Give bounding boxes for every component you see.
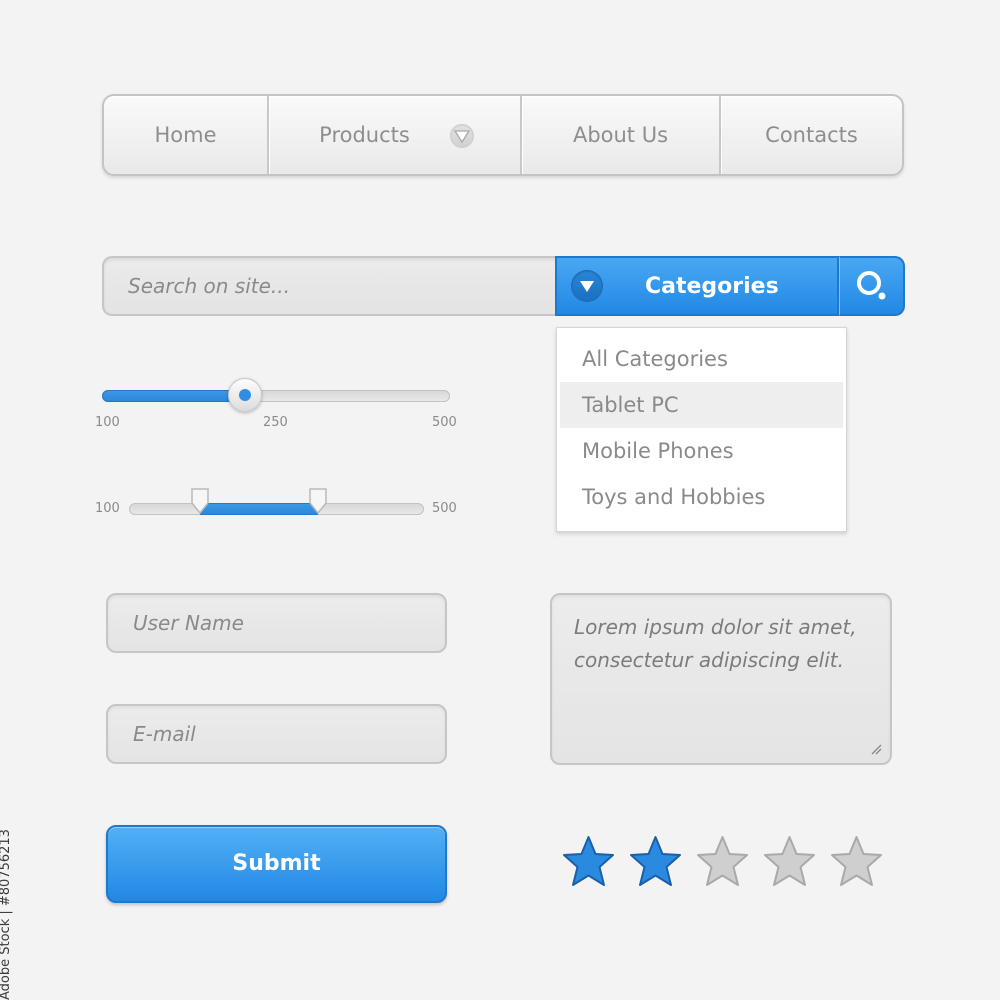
value-slider[interactable]	[102, 378, 450, 412]
slider-mid-label: 250	[263, 415, 288, 430]
slider-fill	[102, 390, 245, 402]
range-max-label: 500	[432, 501, 457, 516]
categories-dropdown: All Categories Tablet PC Mobile Phones T…	[556, 327, 847, 532]
nav-item-about-us[interactable]: About Us	[522, 96, 721, 174]
resize-handle-icon[interactable]	[870, 743, 882, 755]
slider-min-label: 100	[95, 415, 120, 430]
star-filled-icon[interactable]	[560, 834, 617, 891]
nav-item-home[interactable]: Home	[104, 96, 269, 174]
nav-item-contacts[interactable]: Contacts	[721, 96, 902, 174]
slider-knob[interactable]	[227, 378, 262, 412]
dropdown-item[interactable]: All Categories	[560, 336, 843, 382]
nav-item-label: Home	[154, 123, 217, 147]
nav-item-products[interactable]: Products	[269, 96, 522, 174]
star-rating	[560, 834, 895, 891]
star-empty-icon[interactable]	[694, 834, 751, 891]
search-icon	[856, 271, 885, 300]
nav-item-label: About Us	[572, 123, 669, 147]
range-fill	[199, 503, 318, 515]
range-min-label: 100	[95, 501, 120, 516]
chevron-down-icon	[571, 270, 603, 302]
star-empty-icon[interactable]	[761, 834, 818, 891]
categories-button[interactable]: Categories	[555, 256, 839, 316]
dropdown-item-highlighted[interactable]: Tablet PC	[560, 382, 843, 428]
search-button[interactable]	[839, 256, 905, 316]
submit-button[interactable]: Submit	[106, 825, 447, 903]
categories-label: Categories	[645, 273, 779, 299]
stock-id-text: Adobe Stock | #80756213	[0, 829, 13, 1000]
dropdown-item[interactable]: Mobile Phones	[560, 428, 843, 474]
email-field[interactable]	[108, 706, 433, 762]
nav-item-label: Products	[319, 123, 410, 147]
email-field-wrap	[106, 704, 447, 764]
star-empty-icon[interactable]	[828, 834, 885, 891]
chevron-down-icon	[450, 124, 474, 148]
range-slider[interactable]	[129, 488, 424, 515]
search-input[interactable]	[104, 258, 548, 314]
range-handle-low[interactable]	[190, 487, 210, 515]
nav-item-label: Contacts	[765, 123, 858, 147]
username-field-wrap	[106, 593, 447, 653]
search-box	[102, 256, 557, 316]
star-filled-icon[interactable]	[627, 834, 684, 891]
slider-knob-dot	[238, 389, 251, 401]
slider-max-label: 500	[432, 415, 457, 430]
message-textarea[interactable]: Lorem ipsum dolor sit amet, consectetur …	[550, 593, 892, 765]
main-nav: Home Products About Us Contacts	[102, 94, 904, 176]
range-handle-high[interactable]	[308, 487, 328, 515]
textarea-text: Lorem ipsum dolor sit amet, consectetur …	[574, 615, 857, 672]
username-field[interactable]	[108, 595, 433, 651]
dropdown-item[interactable]: Toys and Hobbies	[560, 474, 843, 520]
